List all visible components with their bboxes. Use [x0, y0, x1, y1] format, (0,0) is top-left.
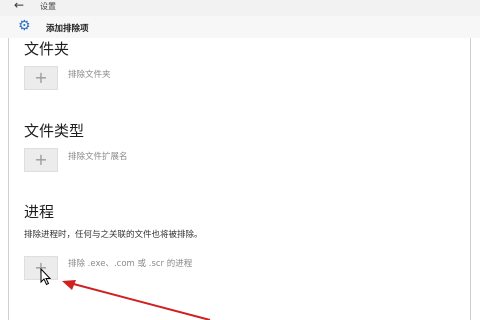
annotation-arrow	[62, 280, 211, 320]
